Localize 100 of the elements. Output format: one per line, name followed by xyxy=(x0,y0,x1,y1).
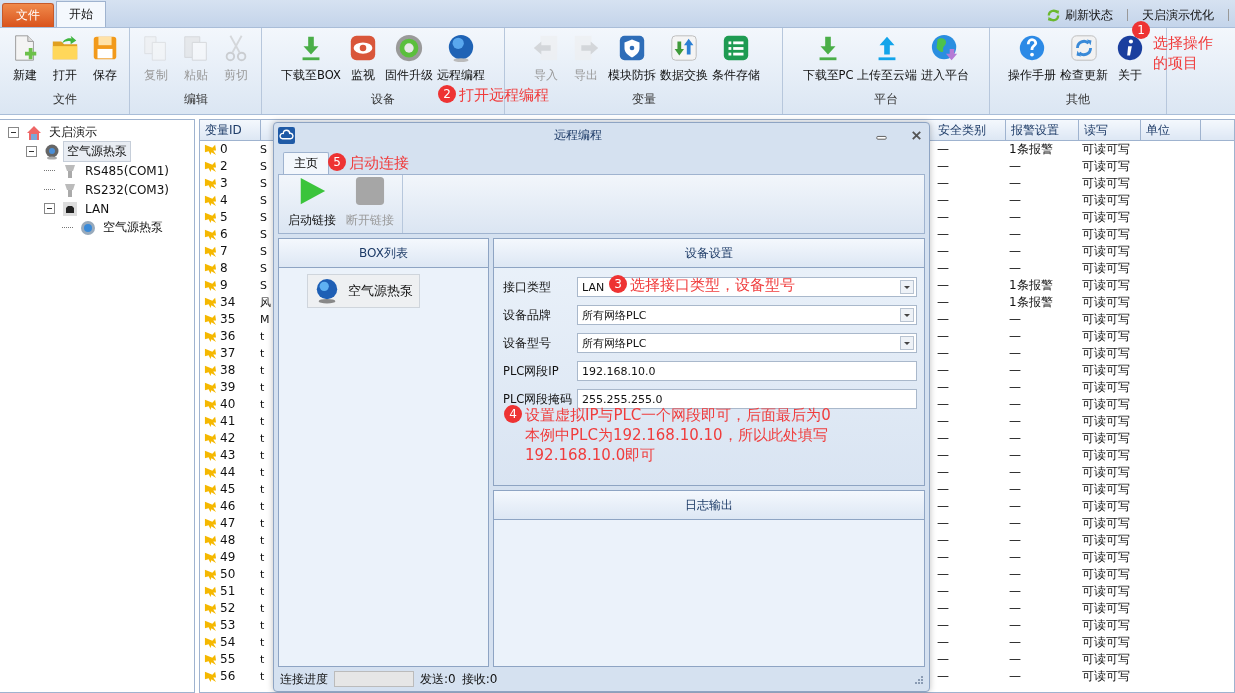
ribbon-button[interactable]: 打开 xyxy=(44,33,85,82)
table-cell-text: 可读可写 xyxy=(1081,413,1131,430)
table-cell-text: S xyxy=(260,244,268,260)
table-cell-text: t xyxy=(260,363,266,379)
group-label: 文件 xyxy=(52,91,77,108)
column-header[interactable]: 单位 xyxy=(1140,120,1200,141)
group-label: 其他 xyxy=(1066,91,1090,108)
column-header[interactable]: 安全类别 xyxy=(933,120,1005,141)
ribbon-button[interactable]: 上传至云端 xyxy=(855,33,920,82)
annotation-text: 打开远程编程 xyxy=(459,85,549,105)
tree-item[interactable]: RS485(COM1) xyxy=(81,161,174,180)
pin-icon xyxy=(204,211,217,224)
ribbon-button[interactable]: 检查更新 xyxy=(1058,33,1110,82)
resize-grip-icon[interactable] xyxy=(913,674,923,684)
caret-icon xyxy=(900,308,914,322)
variable-id: 51 xyxy=(220,583,236,600)
house-icon xyxy=(26,124,42,141)
table-cell-text: 可读可写 xyxy=(1081,243,1131,260)
column-header[interactable]: 变量ID xyxy=(200,120,260,141)
table-cell-text: 可读可写 xyxy=(1081,277,1131,294)
table-cell-text: 可读可写 xyxy=(1081,345,1131,362)
table-cell-text: — xyxy=(936,498,950,515)
tree-item[interactable]: 空气源热泵 xyxy=(99,217,167,238)
ribbon-button[interactable]: 模块防拆 xyxy=(605,33,658,82)
column-header[interactable]: 读写 xyxy=(1078,120,1140,141)
table-cell-text: — xyxy=(936,481,950,498)
variable-id: 53 xyxy=(220,617,236,634)
ribbon-button[interactable]: 新建 xyxy=(4,33,45,82)
table-cell-text: — xyxy=(1008,583,1022,600)
ribbon-button[interactable]: 远程编程 xyxy=(434,33,487,82)
dropdown[interactable]: 所有网络PLC xyxy=(577,305,917,325)
collapse-toggle-icon[interactable] xyxy=(8,127,19,138)
table-cell-text: — xyxy=(1008,481,1022,498)
table-cell-text: 可读可写 xyxy=(1081,549,1131,566)
pin-icon xyxy=(204,245,217,258)
table-cell-text: — xyxy=(936,430,950,447)
ribbon-button[interactable]: 下载至BOX xyxy=(279,33,343,82)
close-icon[interactable] xyxy=(910,128,923,142)
variable-id: 8 xyxy=(220,260,228,277)
table-cell-text: — xyxy=(936,243,950,260)
input-field[interactable]: 255.255.255.0 xyxy=(577,389,917,409)
table-cell-text: t xyxy=(260,465,266,481)
ribbon-button[interactable]: 下载至PC xyxy=(800,33,856,82)
box-list-item[interactable]: 空气源热泵 xyxy=(307,274,420,308)
pin-icon xyxy=(204,670,217,683)
pin-icon xyxy=(204,653,217,666)
table-cell-text: — xyxy=(1008,192,1022,209)
pin-icon xyxy=(204,449,217,462)
collapse-toggle-icon[interactable] xyxy=(26,146,37,157)
table-cell-text: 可读可写 xyxy=(1081,583,1131,600)
ribbon-button[interactable]: 数据交换 xyxy=(657,33,710,82)
input-field[interactable]: 192.168.10.0 xyxy=(577,361,917,381)
table-cell-text: — xyxy=(936,634,950,651)
table-cell-text: — xyxy=(936,158,950,175)
table-cell-text: — xyxy=(1008,158,1022,175)
ribbon-button[interactable]: 监视 xyxy=(342,33,383,82)
column-header[interactable]: 报警设置 xyxy=(1005,120,1078,141)
table-cell-text: 可读可写 xyxy=(1081,464,1131,481)
table-cell-text: t xyxy=(260,550,266,566)
table-cell-text: — xyxy=(1008,668,1022,685)
pin-icon xyxy=(204,534,217,547)
caret-icon xyxy=(900,280,914,294)
table-cell-text: — xyxy=(936,175,950,192)
ribbon-button[interactable]: 保存 xyxy=(84,33,125,82)
tree-item[interactable]: RS232(COM3) xyxy=(81,180,174,199)
toolbar-button[interactable]: 启动链接 xyxy=(283,175,341,233)
table-cell-text: 可读可写 xyxy=(1081,566,1131,583)
table-cell-text: 可读可写 xyxy=(1081,515,1131,532)
variable-id: 4 xyxy=(220,192,228,209)
quick-action-button[interactable]: 刷新状态 xyxy=(1038,3,1121,27)
table-cell-text: S xyxy=(260,278,268,294)
table-cell-text: — xyxy=(1008,243,1022,260)
pin-icon xyxy=(204,279,217,292)
variable-id: 43 xyxy=(220,447,236,464)
tree-item[interactable]: 天启演示 xyxy=(45,122,101,143)
variable-id: 39 xyxy=(220,379,236,396)
window-title: 远程编程 xyxy=(553,126,603,144)
variable-id: 46 xyxy=(220,498,236,515)
table-cell-text: 可读可写 xyxy=(1081,209,1131,226)
ribbon-button[interactable]: 固件升级 xyxy=(382,33,435,82)
table-cell-text: — xyxy=(936,192,950,209)
collapse-toggle-icon[interactable] xyxy=(44,203,55,214)
ribbon-button[interactable]: 条件存储 xyxy=(709,33,762,82)
dialog-tab[interactable]: 主页 xyxy=(283,152,329,174)
table-cell-text: — xyxy=(936,362,950,379)
variable-id: 34 xyxy=(220,294,236,311)
menu-tab[interactable]: 开始 xyxy=(56,1,106,27)
table-cell-text: 可读可写 xyxy=(1081,651,1131,668)
table-cell-text: t xyxy=(260,635,266,651)
table-cell-text: t xyxy=(260,431,266,447)
table-cell-text: t xyxy=(260,414,266,430)
table-cell-text: 可读可写 xyxy=(1081,396,1131,413)
field-label: 设备品牌 xyxy=(503,307,552,323)
dropdown[interactable]: 所有网络PLC xyxy=(577,333,917,353)
variable-id: 55 xyxy=(220,651,236,668)
tree-item[interactable]: 空气源热泵 xyxy=(63,141,131,162)
ribbon-button[interactable]: 操作手册 xyxy=(1006,33,1058,82)
ribbon-button[interactable]: 进入平台 xyxy=(919,33,972,82)
tree-item[interactable]: LAN xyxy=(81,199,114,218)
table-cell-text: — xyxy=(1008,175,1022,192)
